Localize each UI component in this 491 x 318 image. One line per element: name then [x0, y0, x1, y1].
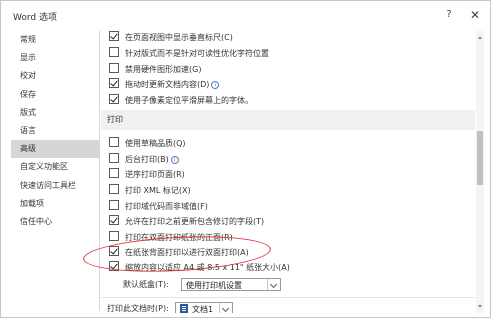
info-icon: i — [170, 156, 179, 164]
checkbox-unchecked[interactable] — [109, 47, 119, 57]
checkbox-checked[interactable] — [109, 78, 119, 88]
checkbox-unchecked[interactable] — [109, 137, 119, 147]
vertical-scrollbar[interactable] — [476, 31, 484, 313]
checkbox-unchecked[interactable] — [109, 231, 119, 241]
scroll-up-icon[interactable] — [476, 33, 484, 41]
option-label: 使用草稿品质(Q) — [125, 139, 186, 148]
chevron-down-icon[interactable] — [267, 279, 280, 290]
checkbox-checked[interactable] — [109, 31, 119, 41]
checkbox-checked[interactable] — [109, 246, 119, 256]
option-optimize-character-position[interactable]: 针对版式而不是针对可读性优化字符位置 — [109, 47, 269, 61]
checkbox-unchecked[interactable] — [109, 200, 119, 210]
option-label: 逆序打印页面(R) — [125, 170, 185, 179]
chevron-down-icon[interactable] — [219, 303, 232, 313]
option-label: 禁用硬件图形加速(G) — [125, 65, 202, 74]
default-tray-label: 默认纸盒(T): — [123, 280, 169, 289]
sidebar-item-customize-ribbon[interactable]: 自定义功能区 — [11, 158, 99, 176]
default-tray-value: 使用打印机设置 — [186, 281, 242, 290]
option-vertical-ruler[interactable]: 在页面视图中显示垂直标尺(C) — [109, 31, 233, 45]
option-label: 允许在打印之前更新包含修订的字段(T) — [125, 217, 265, 226]
option-label: 在纸张背面打印以进行双面打印(A) — [125, 248, 249, 257]
checkbox-unchecked[interactable] — [109, 184, 119, 194]
dialog-title: Word 选项 — [13, 13, 57, 23]
option-label: 打印域代码而非域值(F) — [125, 202, 208, 211]
option-print-xml-tags[interactable]: 打印 XML 标记(X) — [109, 184, 191, 198]
checkbox-checked[interactable] — [109, 94, 119, 104]
sidebar-item-trust-center[interactable]: 信任中心 — [11, 213, 99, 231]
sidebar-item-general[interactable]: 常规 — [11, 31, 99, 49]
default-tray-select[interactable]: 使用打印机设置 — [181, 278, 281, 291]
option-label: 打印 XML 标记(X) — [125, 186, 191, 195]
option-print-front-duplex[interactable]: 打印在双面打印纸张的正面(R) — [109, 231, 233, 245]
option-label: 拖动时更新文档内容(D) — [125, 80, 210, 89]
option-label: 在页面视图中显示垂直标尺(C) — [125, 33, 233, 42]
option-print-field-codes[interactable]: 打印域代码而非域值(F) — [109, 200, 208, 214]
option-subpixel-font-smoothing[interactable]: 使用子像素定位平滑屏幕上的字体。 — [109, 94, 253, 108]
sidebar-item-proofing[interactable]: 校对 — [11, 67, 99, 85]
option-print-back-duplex[interactable]: 在纸张背面打印以进行双面打印(A) — [109, 246, 249, 260]
help-button[interactable]: ? — [442, 7, 456, 23]
sidebar-item-advanced[interactable]: 高级 — [11, 140, 99, 159]
option-label: 针对版式而不是针对可读性优化字符位置 — [125, 49, 269, 58]
sidebar-item-layout[interactable]: 版式 — [11, 104, 99, 122]
sidebar-item-add-ins[interactable]: 加载项 — [11, 195, 99, 213]
checkbox-unchecked[interactable] — [109, 153, 119, 163]
section-divider — [101, 297, 475, 298]
option-disable-hardware-acceleration[interactable]: 禁用硬件图形加速(G) — [109, 63, 201, 77]
sidebar-item-display[interactable]: 显示 — [11, 49, 99, 67]
option-label: 打印在双面打印纸张的正面(R) — [125, 233, 233, 242]
advanced-options-panel: 在页面视图中显示垂直标尺(C) 针对版式而不是针对可读性优化字符位置 禁用硬件图… — [101, 31, 475, 313]
option-label: 后台打印(B) — [125, 155, 169, 164]
checkbox-checked[interactable] — [109, 261, 119, 271]
checkbox-checked[interactable] — [109, 215, 119, 225]
sidebar-item-language[interactable]: 语言 — [11, 122, 99, 140]
sidebar-item-save[interactable]: 保存 — [11, 86, 99, 104]
option-label: 使用子像素定位平滑屏幕上的字体。 — [125, 96, 253, 105]
print-document-label: 打印此文档时(P): — [107, 304, 169, 313]
close-button[interactable]: ✕ — [468, 7, 482, 23]
option-draft-quality[interactable]: 使用草稿品质(Q) — [109, 137, 186, 151]
option-label: 缩放内容以适应 A4 或 8.5 x 11" 纸张大小(A) — [125, 263, 290, 272]
option-update-tracked-fields[interactable]: 允许在打印之前更新包含修订的字段(T) — [109, 215, 264, 229]
print-document-value: 文档1 — [192, 305, 214, 313]
word-document-icon — [180, 304, 188, 313]
checkbox-unchecked[interactable] — [109, 168, 119, 178]
option-background-printing[interactable]: 后台打印(B) i — [109, 153, 179, 167]
print-document-select[interactable]: 文档1 — [175, 302, 233, 313]
print-section-header: 打印 — [101, 110, 475, 130]
title-bar: Word 选项 ? ✕ — [1, 1, 490, 31]
option-update-while-dragging[interactable]: 拖动时更新文档内容(D) i — [109, 78, 220, 92]
checkbox-unchecked[interactable] — [109, 63, 119, 73]
sidebar-item-quick-access-toolbar[interactable]: 快速访问工具栏 — [11, 177, 99, 195]
options-sidebar: 常规 显示 校对 保存 版式 语言 高级 自定义功能区 快速访问工具栏 加载项 … — [11, 31, 100, 311]
option-reverse-print-order[interactable]: 逆序打印页面(R) — [109, 168, 185, 182]
word-options-dialog: Word 选项 ? ✕ 常规 显示 校对 保存 版式 语言 高级 自定义功能区 … — [0, 0, 491, 318]
option-scale-to-paper-size[interactable]: 缩放内容以适应 A4 或 8.5 x 11" 纸张大小(A) — [109, 261, 290, 275]
scroll-down-icon[interactable] — [476, 303, 484, 311]
info-icon: i — [211, 81, 220, 89]
scrollbar-thumb[interactable] — [477, 131, 483, 185]
